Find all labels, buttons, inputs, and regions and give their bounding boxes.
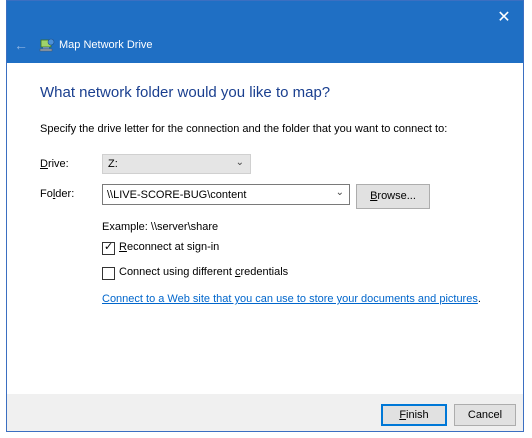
chevron-down-icon[interactable]: ⌄	[336, 187, 344, 198]
network-drive-icon	[39, 38, 55, 52]
map-network-drive-dialog: ✕ ← Map Network Drive What network folde…	[6, 0, 524, 432]
reconnect-checkbox[interactable]: ✓ Reconnect at sign-in	[102, 241, 242, 256]
checkmark-icon: ✓	[104, 241, 114, 253]
credentials-checkbox-box[interactable]	[102, 267, 115, 280]
intro-text: Specify the drive letter for the connect…	[40, 123, 448, 135]
reconnect-label: Reconnect at sign-in	[119, 241, 220, 253]
dialog-footer: Finish Cancel	[7, 394, 523, 431]
different-credentials-checkbox[interactable]: Connect using different credentials	[102, 266, 302, 281]
back-arrow-icon[interactable]: ←	[13, 37, 29, 53]
chevron-down-icon: ⌄	[235, 157, 244, 168]
folder-label: Folder:	[40, 188, 75, 200]
example-text: Example: \\server\share	[102, 221, 219, 233]
folder-combobox[interactable]: ⌄	[102, 184, 350, 205]
web-site-link[interactable]: Connect to a Web site that you can use t…	[102, 293, 481, 305]
browse-button[interactable]: Browse...	[356, 184, 430, 209]
drive-select-value: Z:	[108, 158, 118, 170]
title-bar: ✕ ← Map Network Drive	[7, 1, 523, 63]
drive-select[interactable]: Z: ⌄	[102, 154, 251, 174]
reconnect-checkbox-box[interactable]: ✓	[102, 241, 115, 255]
close-icon[interactable]: ✕	[493, 7, 515, 29]
credentials-label: Connect using different credentials	[119, 266, 289, 278]
window-title: Map Network Drive	[59, 39, 153, 51]
page-heading: What network folder would you like to ma…	[40, 84, 331, 101]
cancel-button[interactable]: Cancel	[454, 404, 516, 426]
finish-button[interactable]: Finish	[381, 404, 447, 426]
drive-label: Drive:	[40, 158, 69, 170]
folder-input[interactable]	[107, 187, 327, 202]
